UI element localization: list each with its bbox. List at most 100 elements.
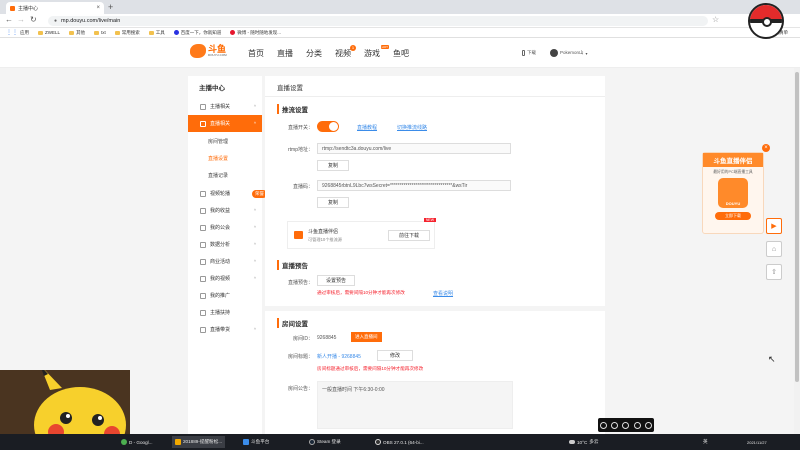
close-promo-icon[interactable]: ×: [762, 144, 770, 152]
megaphone-icon: [200, 292, 206, 299]
weather-widget[interactable]: 10°C 多云: [566, 436, 601, 448]
taskbar-item-2[interactable]: 201889-提醒粉松...: [172, 436, 226, 448]
sidebar: 主播中心 主播相关^ 直播相关^ 房间管理 直播设置 直播记录 视频轮播^ 我的…: [188, 76, 262, 434]
control-icon[interactable]: [611, 421, 619, 429]
sidebar-item-ecommerce[interactable]: 直播带货 ^: [188, 321, 262, 338]
cart-icon: [200, 326, 206, 333]
control-icon[interactable]: [644, 421, 652, 429]
ime-indicator[interactable]: 英: [700, 436, 711, 448]
sidebar-item-analytics[interactable]: 数据分析 ^: [188, 236, 262, 253]
promo-app-icon: DOUYU: [718, 178, 748, 208]
bookmark-other[interactable]: 其他: [69, 30, 85, 36]
address-bar[interactable]: ● mp.douyu.com/live/main: [48, 16, 708, 26]
sidebar-item-guild[interactable]: 我的公会 ^: [188, 219, 262, 236]
main-nav: 首页 直播 分类 视频 1 游戏 HOT 鱼吧: [248, 45, 409, 59]
play-side-button[interactable]: ▶: [766, 218, 782, 234]
folder-icon: [38, 30, 43, 35]
back-icon[interactable]: ←: [5, 15, 13, 24]
scrollbar-thumb[interactable]: [795, 72, 799, 382]
bookmark-zwell[interactable]: ZWELL: [38, 30, 60, 35]
switch-line-link[interactable]: 切换推流线路: [397, 124, 427, 131]
promo-desc: 最好用的PC端直播工具: [713, 170, 753, 174]
apps-icon: ⋮⋮: [6, 30, 18, 36]
live-switch-toggle[interactable]: [317, 121, 339, 132]
sidebar-item-video-loop[interactable]: 视频轮播^: [188, 185, 262, 202]
chrome-icon: [121, 439, 127, 445]
toggle-knob: [329, 122, 338, 131]
home-side-button[interactable]: ⌂: [766, 241, 782, 257]
video-badge: 1: [350, 45, 356, 51]
notice-label: 房间公告：: [287, 386, 313, 392]
briefcase-icon: [200, 258, 206, 265]
reload-icon[interactable]: ↻: [30, 15, 37, 24]
avatar: [550, 49, 558, 57]
nav-home[interactable]: 首页: [248, 48, 264, 59]
sidebar-item-support[interactable]: 主播扶持: [188, 304, 262, 321]
sidebar-item-income[interactable]: 我的收益 ^: [188, 202, 262, 219]
control-icon[interactable]: [633, 421, 641, 429]
sidebar-item-videos[interactable]: 我的视频 ^: [188, 270, 262, 287]
new-tab-button[interactable]: +: [108, 2, 113, 12]
browser-tab[interactable]: 主播中心 ×: [6, 2, 104, 14]
promo-download-button[interactable]: 立即下载: [715, 212, 751, 220]
bookmark-search[interactable]: 常用搜索: [114, 30, 140, 36]
play-icon: ▶: [771, 223, 777, 230]
control-icon[interactable]: [600, 421, 608, 429]
folder-icon: [148, 30, 154, 35]
bookmark-tools[interactable]: 工具: [148, 30, 165, 36]
weibo-icon: [230, 30, 236, 35]
copy-rtmp-button[interactable]: 复制: [317, 160, 349, 171]
bookmark-txt[interactable]: txt: [94, 30, 106, 35]
star-icon: [200, 309, 206, 316]
notice-textarea[interactable]: 一般直播时间 下午6:30-0:00: [317, 381, 513, 429]
clock[interactable]: 2021/11/27: [744, 436, 770, 448]
folder-icon: [114, 30, 120, 35]
obs-icon: [375, 439, 381, 445]
douyu-icon: [243, 439, 249, 445]
control-icon[interactable]: [622, 421, 630, 429]
sidebar-item-anchor[interactable]: 主播相关 ^: [188, 98, 262, 115]
bookmark-baidu[interactable]: 百度一下，你就知道: [173, 30, 221, 36]
copy-code-button[interactable]: 复制: [317, 197, 349, 208]
sidebar-sub-live-settings[interactable]: 直播设置: [208, 155, 228, 162]
taskbar-douyu[interactable]: 斗鱼平台: [240, 436, 272, 448]
mic-icon: [200, 103, 206, 110]
header-right: 下载 Pokemon山 ▾: [522, 49, 588, 57]
title-divider: [265, 96, 605, 97]
nav-game[interactable]: 游戏 HOT: [364, 45, 389, 59]
nav-fishbar[interactable]: 鱼吧: [393, 48, 409, 59]
live-tutorial-link[interactable]: 直播教程: [357, 124, 377, 131]
nav-live[interactable]: 直播: [277, 48, 293, 59]
sidebar-sub-live-records[interactable]: 直播记录: [208, 172, 228, 179]
room-title-value: 新人开播 - 9268845: [317, 354, 361, 360]
top-side-button[interactable]: ⇧: [766, 264, 782, 280]
edit-title-button[interactable]: 修改: [377, 350, 413, 361]
sidebar-sub-room[interactable]: 房间管理: [208, 138, 228, 145]
video-icon: [200, 275, 206, 282]
promo-title: 斗鱼直播伴侣: [703, 153, 763, 167]
rtmp-field[interactable]: rtmp://sendtc3a.douyu.com/live: [317, 143, 511, 154]
forward-icon[interactable]: →: [17, 15, 25, 24]
nav-video[interactable]: 视频 1: [335, 45, 356, 59]
close-tab-icon[interactable]: ×: [96, 5, 100, 11]
favicon-icon: [10, 5, 15, 11]
sidebar-item-promotion[interactable]: 我的推广: [188, 287, 262, 304]
enter-room-button[interactable]: 进入直播间: [351, 332, 382, 342]
helper-download-button[interactable]: 前往下载: [388, 230, 430, 241]
sidebar-item-business[interactable]: 商业活动 ^: [188, 253, 262, 270]
preview-help-link[interactable]: 查看说明: [433, 290, 453, 297]
download-link[interactable]: 下载: [522, 50, 536, 56]
taskbar-chrome[interactable]: D - Googl...: [118, 436, 156, 448]
star-icon[interactable]: ☆: [712, 15, 719, 24]
taskbar-obs[interactable]: OBS 27.0.1 (64-bi...: [372, 436, 427, 448]
bookmark-apps[interactable]: ⋮⋮ 应用: [6, 29, 29, 37]
stream-code-field[interactable]: 9268845rbtnL9Lbc7wsSecret=**************…: [317, 180, 511, 191]
nav-category[interactable]: 分类: [306, 48, 322, 59]
bookmark-weibo[interactable]: 微博 - 随时随地发现...: [230, 30, 281, 36]
douyu-logo[interactable]: 斗鱼 DOUYU.COM: [190, 44, 227, 58]
taskbar-steam[interactable]: Steam 登录: [306, 436, 344, 448]
sidebar-item-live[interactable]: 直播相关 ^: [188, 115, 262, 132]
set-preview-button[interactable]: 设置预告: [317, 275, 355, 286]
cloud-icon: [569, 440, 575, 444]
user-menu[interactable]: Pokemon山 ▾: [550, 49, 588, 57]
